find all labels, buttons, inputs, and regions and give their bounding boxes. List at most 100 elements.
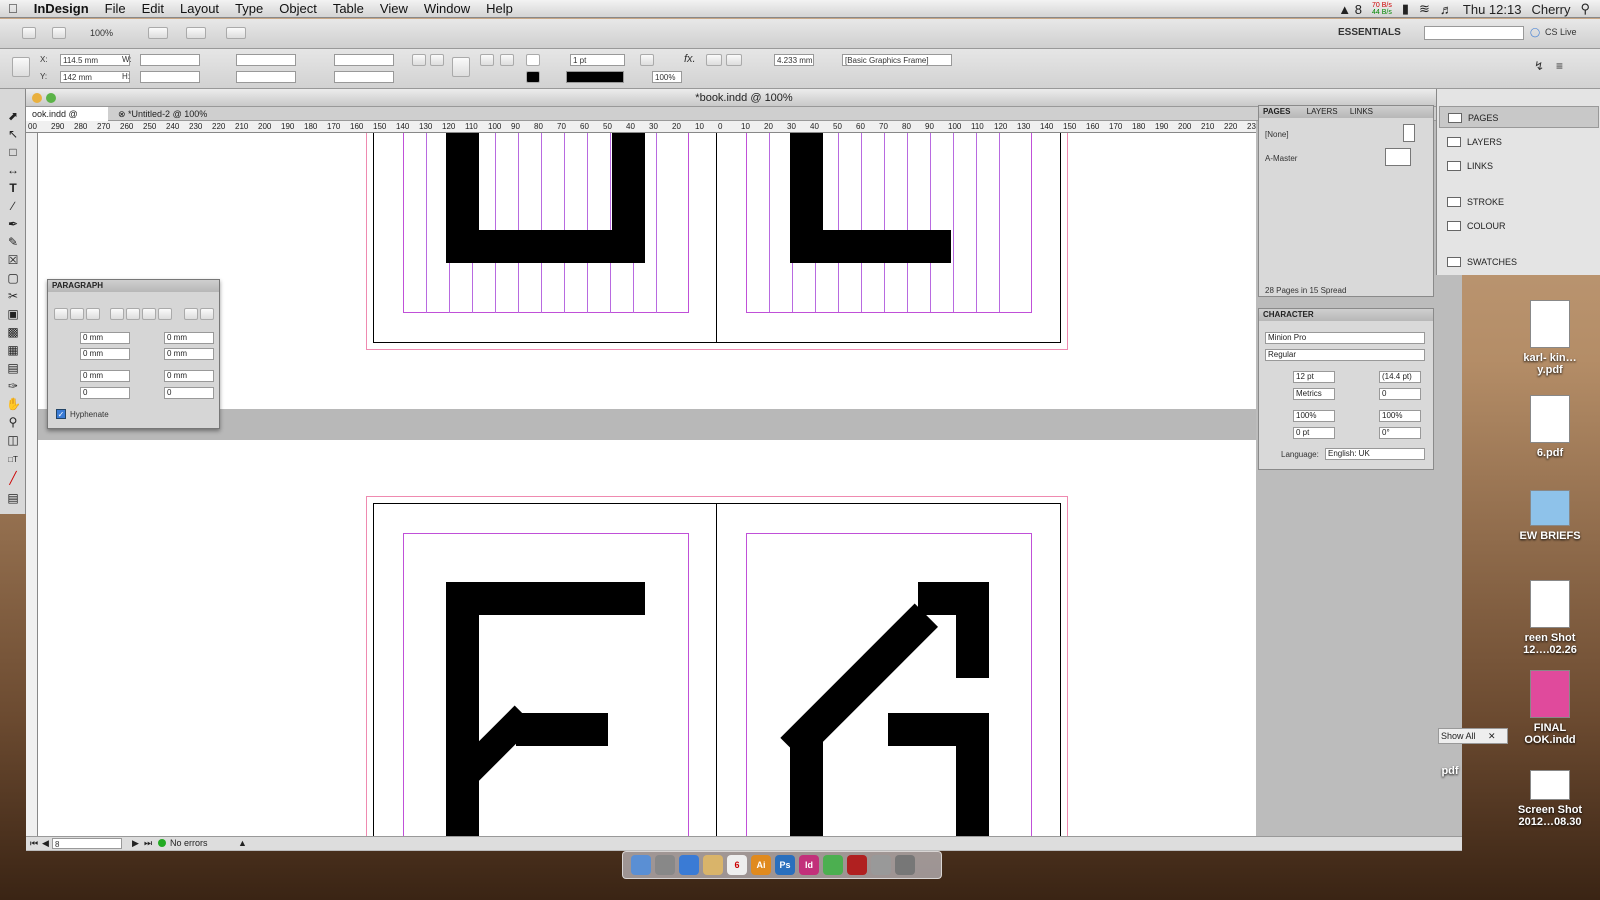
space-after-field[interactable]: 0 mm [164,370,214,382]
selection-tool-icon[interactable]: ⬈ [6,109,20,123]
dock-stroke[interactable]: STROKE [1439,191,1599,213]
show-all-button[interactable]: Show All ✕ [1438,728,1508,744]
gradient-feather-tool-icon[interactable]: ▦ [6,343,20,357]
desktop-screenshot-2[interactable]: Screen Shot 2012…08.30 [1515,770,1585,828]
tab-book[interactable]: ook.indd @ 100% [26,107,108,133]
drop-cap-chars-field[interactable]: 0 [164,387,214,399]
y-position-field[interactable]: 142 mm [60,71,130,83]
minimize-icon[interactable] [32,93,42,103]
pencil-tool-icon[interactable]: ✎ [6,235,20,249]
hyphenate-checkbox[interactable]: ✓ [56,409,66,419]
justify-center-icon[interactable] [126,308,140,320]
glyph-u-base[interactable] [446,230,645,263]
scale-y-field[interactable] [236,71,296,83]
font-family-dropdown[interactable]: Minion Pro [1265,332,1425,344]
preview-icon[interactable] [703,855,723,875]
app-icon[interactable] [847,855,867,875]
align-center-icon[interactable] [70,308,84,320]
justify-right-icon[interactable] [142,308,156,320]
x-position-field[interactable]: 114.5 mm [60,54,130,66]
align-left-icon[interactable] [54,308,68,320]
menu-view[interactable]: View [372,1,416,16]
spotlight-icon[interactable]: ⚲ [1580,1,1590,17]
vertical-scale-field[interactable]: 100% [1293,410,1335,422]
leading-field[interactable]: (14.4 pt) [1379,371,1421,383]
next-page-icon[interactable]: ▶ [132,838,139,849]
stroke-weight-field[interactable]: 1 pt [570,54,625,66]
glyph-a-right-bottom[interactable] [956,713,989,843]
safari-icon[interactable] [655,855,675,875]
fill-stroke-icon[interactable]: ◫ [6,433,20,447]
hand-tool-icon[interactable]: ✋ [6,397,21,411]
finder-icon[interactable] [631,855,651,875]
cs-live-icon[interactable]: ◯ [1530,27,1540,38]
desktop-screenshot-1[interactable]: reen Shot 12….02.26 [1515,580,1585,656]
volume-icon[interactable]: ♬ [1440,2,1453,17]
reference-point-icon[interactable] [12,57,30,77]
photoshop-icon[interactable]: Ps [775,855,795,875]
apply-none-icon[interactable]: ╱ [6,471,20,485]
menu-edit[interactable]: Edit [134,1,172,16]
system-preferences-icon[interactable] [871,855,891,875]
rectangle-tool-icon[interactable]: ▢ [6,271,20,285]
none-master-label[interactable]: [None] [1265,130,1289,139]
free-transform-tool-icon[interactable]: ▣ [6,307,20,321]
chrome-icon[interactable] [823,855,843,875]
object-style-dropdown[interactable]: [Basic Graphics Frame] [842,54,952,66]
page-tool-icon[interactable]: □ [6,145,20,159]
gradient-swatch-tool-icon[interactable]: ▩ [6,325,20,339]
paragraph-panel-title[interactable]: PARAGRAPH [48,280,219,292]
a-master-label[interactable]: A-Master [1265,154,1297,163]
kerning-field[interactable]: Metrics [1293,388,1335,400]
menu-help[interactable]: Help [478,1,521,16]
indesign-icon[interactable]: Id [799,855,819,875]
font-size-field[interactable]: 12 pt [1293,371,1335,383]
preflight-status[interactable]: No errors [170,838,208,848]
tab-untitled-2[interactable]: ⊗ *Untitled-2 @ 100% [112,107,222,121]
eyedropper-tool-icon[interactable]: ✑ [6,379,20,393]
justify-all-icon[interactable] [158,308,172,320]
dock-swatches[interactable]: SWATCHES [1439,251,1599,273]
gap-tool-icon[interactable]: ↔ [6,163,20,177]
direct-selection-tool-icon[interactable]: ↖ [6,127,20,141]
note-tool-icon[interactable]: ▤ [6,361,20,375]
tab-links[interactable]: LINKS [1350,107,1373,116]
glyph-l-base[interactable] [790,230,951,263]
flip-vertical-button[interactable] [500,54,514,66]
rectangle-frame-tool-icon[interactable]: ☒ [6,253,20,267]
type-tool-icon[interactable]: T [6,181,20,195]
none-master-thumbnail[interactable] [1403,124,1415,142]
dock-pages[interactable]: PAGES [1439,106,1599,128]
a-master-thumbnail[interactable] [1385,148,1411,166]
justify-left-icon[interactable] [110,308,124,320]
desktop-final-book[interactable]: FINAL OOK.indd [1515,670,1585,746]
horizontal-scale-field[interactable]: 100% [1379,410,1421,422]
first-page-icon[interactable]: ⏮ [30,838,38,849]
tab-layers[interactable]: LAYERS [1307,107,1338,116]
text-frame-icon[interactable] [452,57,470,77]
glyph-f-stem[interactable] [446,582,479,842]
horizontal-ruler[interactable]: 00 290 280 270 260 250 240 230 220 210 200 190 180 17… [26,121,1256,133]
gutter-field[interactable]: 4.233 mm [774,54,814,66]
effects-fx-icon[interactable]: fx. [684,53,696,65]
app-menu[interactable]: InDesign [26,1,97,16]
shear-field[interactable] [334,71,394,83]
fill-swatch[interactable] [526,54,540,66]
close-icon[interactable]: ⊗ [118,109,128,119]
align-left-button[interactable] [706,54,722,66]
width-field[interactable] [140,54,200,66]
height-field[interactable] [140,71,200,83]
rotate-ccw-button[interactable] [430,54,444,66]
wifi-icon[interactable]: ≋ [1419,1,1430,17]
stroke-type-dropdown[interactable] [566,71,624,83]
menu-layout[interactable]: Layout [172,1,227,16]
align-right-icon[interactable] [86,308,100,320]
screen-mode-icon[interactable]: ▤ [6,491,20,505]
dock-links[interactable]: LINKS [1439,155,1599,177]
illustrator-icon[interactable]: Ai [751,855,771,875]
vertical-ruler[interactable] [26,133,38,843]
pasteboard[interactable] [38,133,1256,843]
help-search-input[interactable] [1424,26,1524,40]
dock-layers[interactable]: LAYERS [1439,131,1599,153]
screen-mode-button[interactable] [186,27,206,39]
